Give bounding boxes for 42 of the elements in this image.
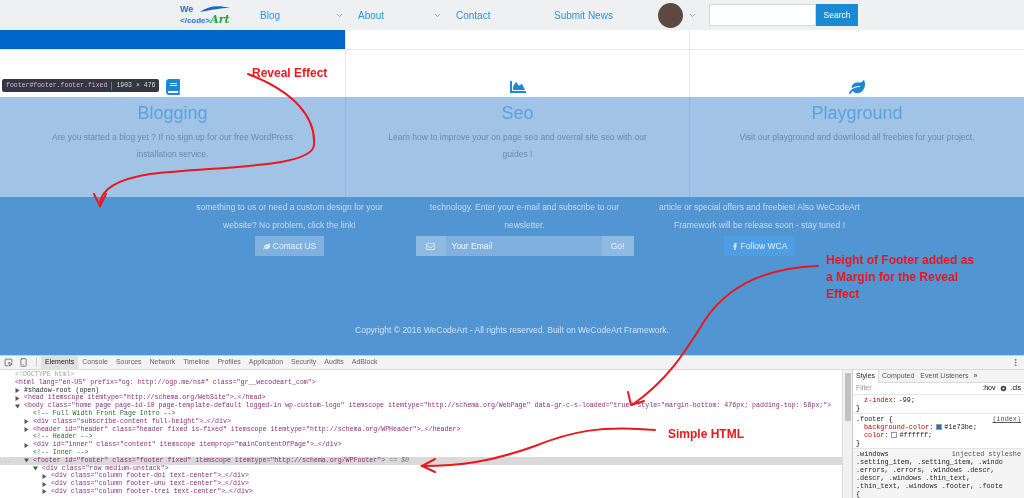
- logo-accent: Art: [210, 14, 230, 25]
- expand-triangle-icon[interactable]: [42, 489, 47, 495]
- inspect-icon[interactable]: [4, 358, 13, 367]
- expand-triangle-icon[interactable]: [24, 419, 29, 425]
- book-icon: [164, 79, 181, 95]
- area-chart-icon: [509, 79, 526, 95]
- email-field[interactable]: Your Email: [445, 236, 602, 256]
- search-button[interactable]: Search: [816, 4, 858, 26]
- search-field[interactable]: [709, 4, 816, 26]
- expand-triangle-icon[interactable]: [24, 426, 29, 432]
- annotation-label: Simple HTML: [668, 426, 744, 443]
- collapse-triangle-icon[interactable]: [33, 465, 38, 471]
- envelope-icon: [426, 241, 435, 251]
- annotation-label: Reveal Effect: [252, 65, 328, 82]
- expand-triangle-icon[interactable]: [24, 442, 29, 448]
- expand-triangle-icon[interactable]: [15, 388, 20, 393]
- footer-text: technology. Enter your e-mail and subscribe to our newsletter.: [429, 201, 620, 232]
- expand-triangle-icon[interactable]: [15, 395, 20, 401]
- more-icon[interactable]: [1011, 358, 1020, 367]
- collapse-triangle-icon[interactable]: [15, 403, 20, 409]
- feature-title: Blogging: [137, 102, 208, 125]
- logo-text: We: [180, 5, 194, 14]
- footer-text: something to us or need a custom design for your website? No problem, click the link!: [196, 201, 383, 232]
- footer-text: article or special offers and freebies! Also WeCodeArt Framework will be release soon - stay tuned !: [659, 201, 860, 232]
- annotation-label: Height of Footer added as a Margin for the Reveal Effect: [826, 252, 975, 303]
- expand-triangle-icon[interactable]: [42, 481, 47, 487]
- color-swatch[interactable]: [936, 424, 943, 430]
- leaf-icon: [849, 79, 865, 95]
- avatar-placeholder[interactable]: [658, 2, 683, 28]
- feature-title: Playground: [811, 102, 903, 125]
- gear-icon[interactable]: [999, 385, 1007, 392]
- device-icon[interactable]: [19, 358, 28, 367]
- feature-title: Seo: [501, 102, 534, 125]
- scrollbar[interactable]: [842, 370, 852, 498]
- color-swatch[interactable]: [891, 432, 898, 438]
- collapse-triangle-icon[interactable]: [24, 458, 29, 464]
- logo-text: </code>: [180, 17, 211, 25]
- expand-triangle-icon[interactable]: [42, 473, 47, 479]
- facebook-icon: [731, 242, 738, 250]
- feather-swoosh-icon: [200, 5, 230, 13]
- leaf-icon: [262, 242, 270, 250]
- copyright-text: Copyright © 2016 WeCodeArt - All rights reserved. Built on WeCodeArt Framework.: [354, 324, 670, 337]
